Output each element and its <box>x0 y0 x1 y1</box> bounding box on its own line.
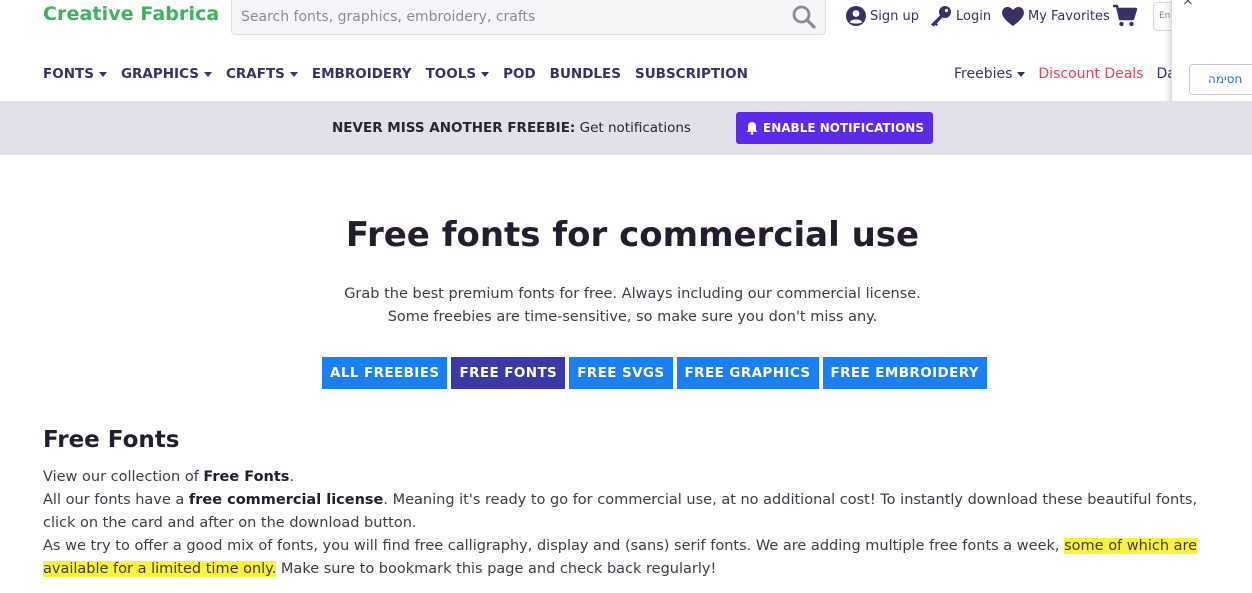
signup-link[interactable]: Sign up <box>845 5 919 27</box>
enable-notifications-button[interactable]: ENABLE NOTIFICATIONS <box>736 112 933 144</box>
tab-free-embroidery[interactable]: FREE EMBROIDERY <box>822 357 987 389</box>
nav-discount-deals[interactable]: Discount Deals <box>1038 66 1143 82</box>
section-description: View our collection of Free Fonts. All o… <box>43 466 1233 581</box>
nav-crafts-label: CRAFTS <box>225 66 285 82</box>
notification-permission-popup: × חסימה <box>1171 0 1252 114</box>
notification-message-text: Get notifications <box>575 120 691 136</box>
nav-bundles-label: BUNDLES <box>549 66 621 82</box>
chevron-down-icon <box>98 71 107 77</box>
paragraph-2: All our fonts have a free commercial lic… <box>43 489 1233 535</box>
nav-freebies-label: Freebies <box>954 66 1013 82</box>
nav-graphics[interactable]: GRAPHICS <box>121 66 212 82</box>
p3-pre: As we try to offer a good mix of fonts, … <box>43 538 1065 554</box>
paragraph-1: View our collection of Free Fonts. <box>43 466 1233 489</box>
p1-bold: Free Fonts <box>203 469 290 485</box>
user-icon <box>846 6 866 26</box>
brand-logo[interactable]: Creative Fabrica <box>43 3 219 25</box>
paragraph-3: As we try to offer a good mix of fonts, … <box>43 535 1233 581</box>
nav-embroidery[interactable]: EMBROIDERY <box>312 66 412 82</box>
p1-pre: View our collection of <box>43 469 204 485</box>
notification-banner: NEVER MISS ANOTHER FREEBIE: Get notifica… <box>0 101 1252 155</box>
favorites-link[interactable]: My Favorites <box>1001 5 1110 27</box>
nav-pod-label: POD <box>503 66 536 82</box>
search-bar <box>231 0 826 35</box>
favorites-label: My Favorites <box>1028 8 1110 24</box>
p2-pre: All our fonts have a <box>43 492 189 508</box>
nav-fonts[interactable]: FONTS <box>43 66 107 82</box>
freebie-tabs: ALL FREEBIES FREE FONTS FREE SVGS FREE G… <box>322 357 991 389</box>
chevron-down-icon <box>203 71 212 77</box>
cart-icon[interactable] <box>1112 4 1138 28</box>
nav-freebies[interactable]: Freebies <box>954 66 1026 82</box>
nav-pod[interactable]: POD <box>503 66 536 82</box>
key-icon <box>931 6 951 27</box>
site-header: Creative Fabrica Sign up Login My Favori… <box>0 0 1252 100</box>
nav-crafts[interactable]: CRAFTS <box>226 66 298 82</box>
login-label: Login <box>956 8 992 24</box>
tab-free-fonts[interactable]: FREE FONTS <box>451 357 566 389</box>
signup-label: Sign up <box>870 8 919 24</box>
search-icon[interactable] <box>791 4 817 30</box>
p3-post: Make sure to bookmark this page and chec… <box>276 561 717 577</box>
chevron-down-icon <box>289 71 298 77</box>
search-input[interactable] <box>232 0 782 33</box>
nav-subscription[interactable]: SUBSCRIPTION <box>635 66 748 82</box>
bell-icon <box>746 122 758 135</box>
nav-fonts-label: FONTS <box>43 66 94 82</box>
secondary-nav: Freebies Discount Deals Da <box>954 66 1176 82</box>
tab-free-svgs[interactable]: FREE SVGS <box>569 357 673 389</box>
close-icon[interactable]: × <box>1182 0 1194 9</box>
tab-free-graphics[interactable]: FREE GRAPHICS <box>676 357 819 389</box>
nav-bundles[interactable]: BUNDLES <box>550 66 621 82</box>
notification-message: NEVER MISS ANOTHER FREEBIE: Get notifica… <box>332 120 691 136</box>
main-nav: FONTS GRAPHICS CRAFTS EMBROIDERY TOOLS P… <box>43 66 762 82</box>
section-title: Free Fonts <box>43 427 180 453</box>
nav-graphics-label: GRAPHICS <box>120 66 199 82</box>
subtitle-line-2: Some freebies are time-sensitive, so mak… <box>387 309 878 325</box>
page-subtitle: Grab the best premium fonts for free. Al… <box>0 283 1252 329</box>
heart-icon <box>1002 7 1024 26</box>
page-title: Free fonts for commercial use <box>345 215 920 255</box>
nav-tools[interactable]: TOOLS <box>426 66 490 82</box>
chevron-down-icon <box>1017 71 1026 77</box>
p1-post: . <box>289 469 295 485</box>
login-link[interactable]: Login <box>929 5 991 27</box>
enable-notifications-label: ENABLE NOTIFICATIONS <box>763 121 924 135</box>
subtitle-line-1: Grab the best premium fonts for free. Al… <box>344 286 921 302</box>
nav-tools-label: TOOLS <box>425 66 477 82</box>
tab-all-freebies[interactable]: ALL FREEBIES <box>322 357 448 389</box>
nav-subscription-label: SUBSCRIPTION <box>634 66 748 82</box>
chevron-down-icon <box>481 71 490 77</box>
p2-bold: free commercial license <box>188 492 384 508</box>
nav-embroidery-label: EMBROIDERY <box>311 66 412 82</box>
block-button[interactable]: חסימה <box>1189 64 1252 95</box>
notification-message-bold: NEVER MISS ANOTHER FREEBIE: <box>332 120 576 136</box>
